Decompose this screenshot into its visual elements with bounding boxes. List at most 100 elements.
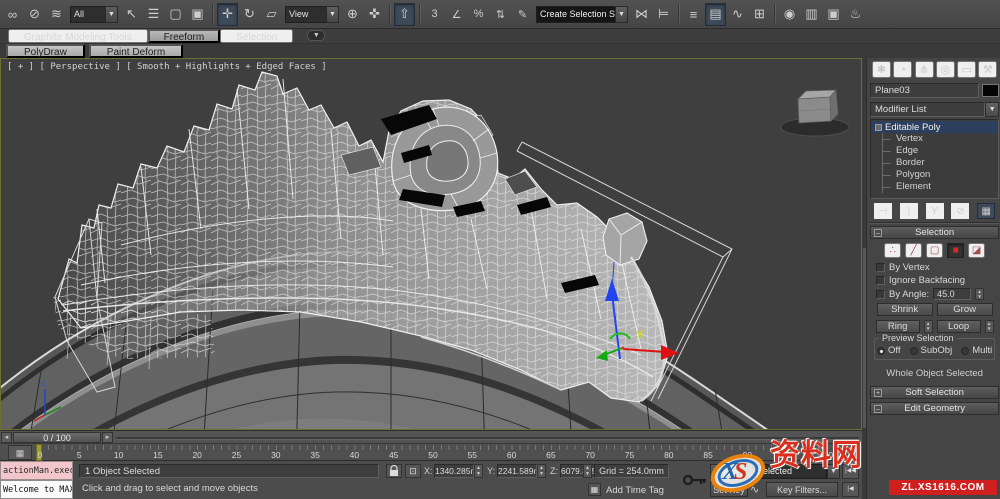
tab-freeform[interactable]: Freeform	[148, 29, 221, 43]
curve-editor-icon[interactable]: ∿	[727, 3, 748, 26]
show-end-result-icon[interactable]: ∣	[900, 203, 918, 219]
rollout-soft-selection-header[interactable]: + Soft Selection	[870, 386, 999, 399]
bind-to-space-warp-icon[interactable]: ≋	[46, 3, 67, 26]
stack-item-editable-poly[interactable]: Editable Poly	[872, 121, 997, 133]
rollout-edit-geometry-header[interactable]: – Edit Geometry	[870, 402, 999, 415]
next-frame-icon[interactable]: ▸	[102, 432, 113, 443]
select-and-scale-icon[interactable]: ▱	[261, 3, 282, 26]
ignore-backfacing-row[interactable]: Ignore Backfacing	[870, 274, 999, 287]
unlink-selection-icon[interactable]: ⊘	[24, 3, 45, 26]
select-and-link-icon[interactable]: ∞	[2, 3, 23, 26]
select-object-icon[interactable]: ↖	[121, 3, 142, 26]
loop-spinner[interactable]: ▲▼	[985, 320, 994, 333]
panel-tab-hierarchy-icon[interactable]: ⋔	[915, 61, 934, 78]
time-slider-groove[interactable]	[116, 437, 859, 439]
dropdown-arrow-icon[interactable]: ▼	[985, 102, 999, 117]
make-unique-icon[interactable]: Y	[926, 203, 944, 219]
configure-modifier-sets-icon[interactable]: ▦	[977, 203, 995, 219]
panel-tab-motion-icon[interactable]: ◎	[936, 61, 955, 78]
dropdown-arrow-icon[interactable]: ▼	[326, 6, 339, 23]
collapse-icon[interactable]: –	[874, 405, 882, 413]
panel-tab-create-icon[interactable]: ✱	[872, 61, 891, 78]
expand-icon[interactable]: +	[874, 389, 882, 397]
select-and-manipulate-icon[interactable]: ✜	[364, 3, 385, 26]
by-angle-checkbox[interactable]	[876, 290, 885, 299]
time-slider[interactable]: ◂ 0 / 100 ▸	[0, 430, 862, 443]
by-vertex-checkbox[interactable]	[876, 263, 885, 272]
edge-mode-icon[interactable]: ╱	[905, 243, 922, 258]
dropdown-arrow-icon[interactable]: ▼	[105, 6, 118, 23]
collapse-icon[interactable]: –	[874, 229, 882, 237]
named-selection-sets-dropdown[interactable]: Create Selection Se ▼	[536, 6, 628, 23]
by-angle-value-field[interactable]: 45.0	[933, 288, 971, 300]
layer-manager-icon[interactable]: ≡	[683, 3, 704, 26]
stack-subobject-item[interactable]: Border	[872, 157, 997, 169]
loop-button[interactable]: Loop	[937, 320, 981, 333]
render-production-icon[interactable]: ♨	[845, 3, 866, 26]
rendered-frame-window-icon[interactable]: ▣	[823, 3, 844, 26]
time-slider-handle[interactable]: 0 / 100	[13, 432, 101, 443]
z-spinner[interactable]: ▲▼	[583, 464, 592, 478]
grow-button[interactable]: Grow	[937, 303, 993, 316]
stack-subobject-item[interactable]: Element	[872, 181, 997, 193]
subtab-paint-deform[interactable]: Paint Deform	[89, 44, 183, 58]
ring-button[interactable]: Ring	[876, 320, 920, 333]
window-crossing-toggle-icon[interactable]: ▣	[187, 3, 208, 26]
add-time-tag[interactable]: Add Time Tag	[606, 485, 664, 496]
time-tag-icon[interactable]: ▦	[588, 483, 601, 496]
panel-tab-modify-icon[interactable]: ◔	[893, 61, 912, 78]
preview-multi-radio[interactable]	[961, 347, 969, 355]
preview-subobj-radio[interactable]	[910, 347, 918, 355]
element-mode-icon[interactable]: ◪	[968, 243, 985, 258]
modifier-list-dropdown[interactable]: Modifier List ▼	[870, 102, 999, 117]
viewport-label[interactable]: [ + ] [ Perspective ] [ Smooth + Highlig…	[7, 62, 327, 72]
align-icon[interactable]: ⊨	[653, 3, 674, 26]
pin-stack-icon[interactable]: ⊣	[874, 203, 892, 219]
selection-lock-icon[interactable]	[386, 464, 402, 478]
stack-subobject-item[interactable]: Vertex	[872, 133, 997, 145]
schematic-view-icon[interactable]: ⊞	[749, 3, 770, 26]
keyboard-shortcut-override-icon[interactable]: ⇧	[394, 3, 415, 26]
snap-toggle-3d-icon[interactable]: 3	[424, 3, 445, 26]
selection-filter-dropdown[interactable]: All ▼	[70, 6, 118, 23]
modifier-stack[interactable]: Editable Poly VertexEdgeBorderPolygonEle…	[870, 119, 999, 199]
tab-graphite-modeling-tools[interactable]: Graphite Modeling Tools	[8, 29, 148, 43]
rollout-selection-header[interactable]: – Selection	[870, 226, 999, 239]
ribbon-minimize-icon[interactable]: ▼	[307, 30, 325, 41]
border-mode-icon[interactable]: ▢	[926, 243, 943, 258]
angle-snap-toggle-icon[interactable]: ∠	[446, 3, 467, 26]
edit-named-selection-sets-icon[interactable]: ✎	[512, 3, 533, 26]
rectangular-selection-region-icon[interactable]: ▢	[165, 3, 186, 26]
absolute-offset-toggle-icon[interactable]: ⊡	[405, 464, 421, 478]
spinner-snap-toggle-icon[interactable]: ⇅	[490, 3, 511, 26]
perspective-viewport[interactable]: [ + ] [ Perspective ] [ Smooth + Highlig…	[0, 58, 862, 430]
y-coordinate-field[interactable]: 2241.589m	[497, 464, 537, 478]
vertex-mode-icon[interactable]: ∴	[884, 243, 901, 258]
set-keys-icon[interactable]	[682, 473, 708, 490]
object-name-field[interactable]: Plane03	[870, 83, 979, 98]
stack-subobject-item[interactable]: Polygon	[872, 169, 997, 181]
ignore-backfacing-checkbox[interactable]	[876, 276, 885, 285]
stack-subobject-item[interactable]: Edge	[872, 145, 997, 157]
maxscript-mini-listener-script[interactable]: Welcome to MAX!	[0, 480, 73, 499]
reference-coordinate-dropdown[interactable]: View ▼	[285, 6, 339, 23]
select-and-move-icon[interactable]: ✛	[217, 3, 238, 26]
by-angle-spinner[interactable]: ▲▼	[975, 288, 984, 300]
by-angle-row[interactable]: By Angle: 45.0 ▲▼	[870, 287, 999, 301]
by-vertex-row[interactable]: By Vertex	[870, 261, 999, 274]
y-spinner[interactable]: ▲▼	[537, 464, 546, 478]
panel-tab-utilities-icon[interactable]: ⚒	[978, 61, 997, 78]
preview-off-radio[interactable]	[877, 347, 885, 355]
polygon-mode-icon[interactable]: ■	[947, 243, 964, 258]
mirror-icon[interactable]: ⋈	[631, 3, 652, 26]
graphite-ribbon-toggle-icon[interactable]: ▤	[705, 3, 726, 26]
percent-snap-toggle-icon[interactable]: %	[468, 3, 489, 26]
render-setup-icon[interactable]: ▥	[801, 3, 822, 26]
open-mini-curve-editor-icon[interactable]: ▦	[8, 445, 32, 460]
object-color-swatch[interactable]	[982, 84, 999, 97]
ring-spinner[interactable]: ▲▼	[924, 320, 933, 333]
shrink-button[interactable]: Shrink	[877, 303, 933, 316]
tab-selection[interactable]: Selection	[220, 29, 293, 43]
x-coordinate-field[interactable]: 1340.285m	[434, 464, 474, 478]
material-editor-icon[interactable]: ◉	[779, 3, 800, 26]
